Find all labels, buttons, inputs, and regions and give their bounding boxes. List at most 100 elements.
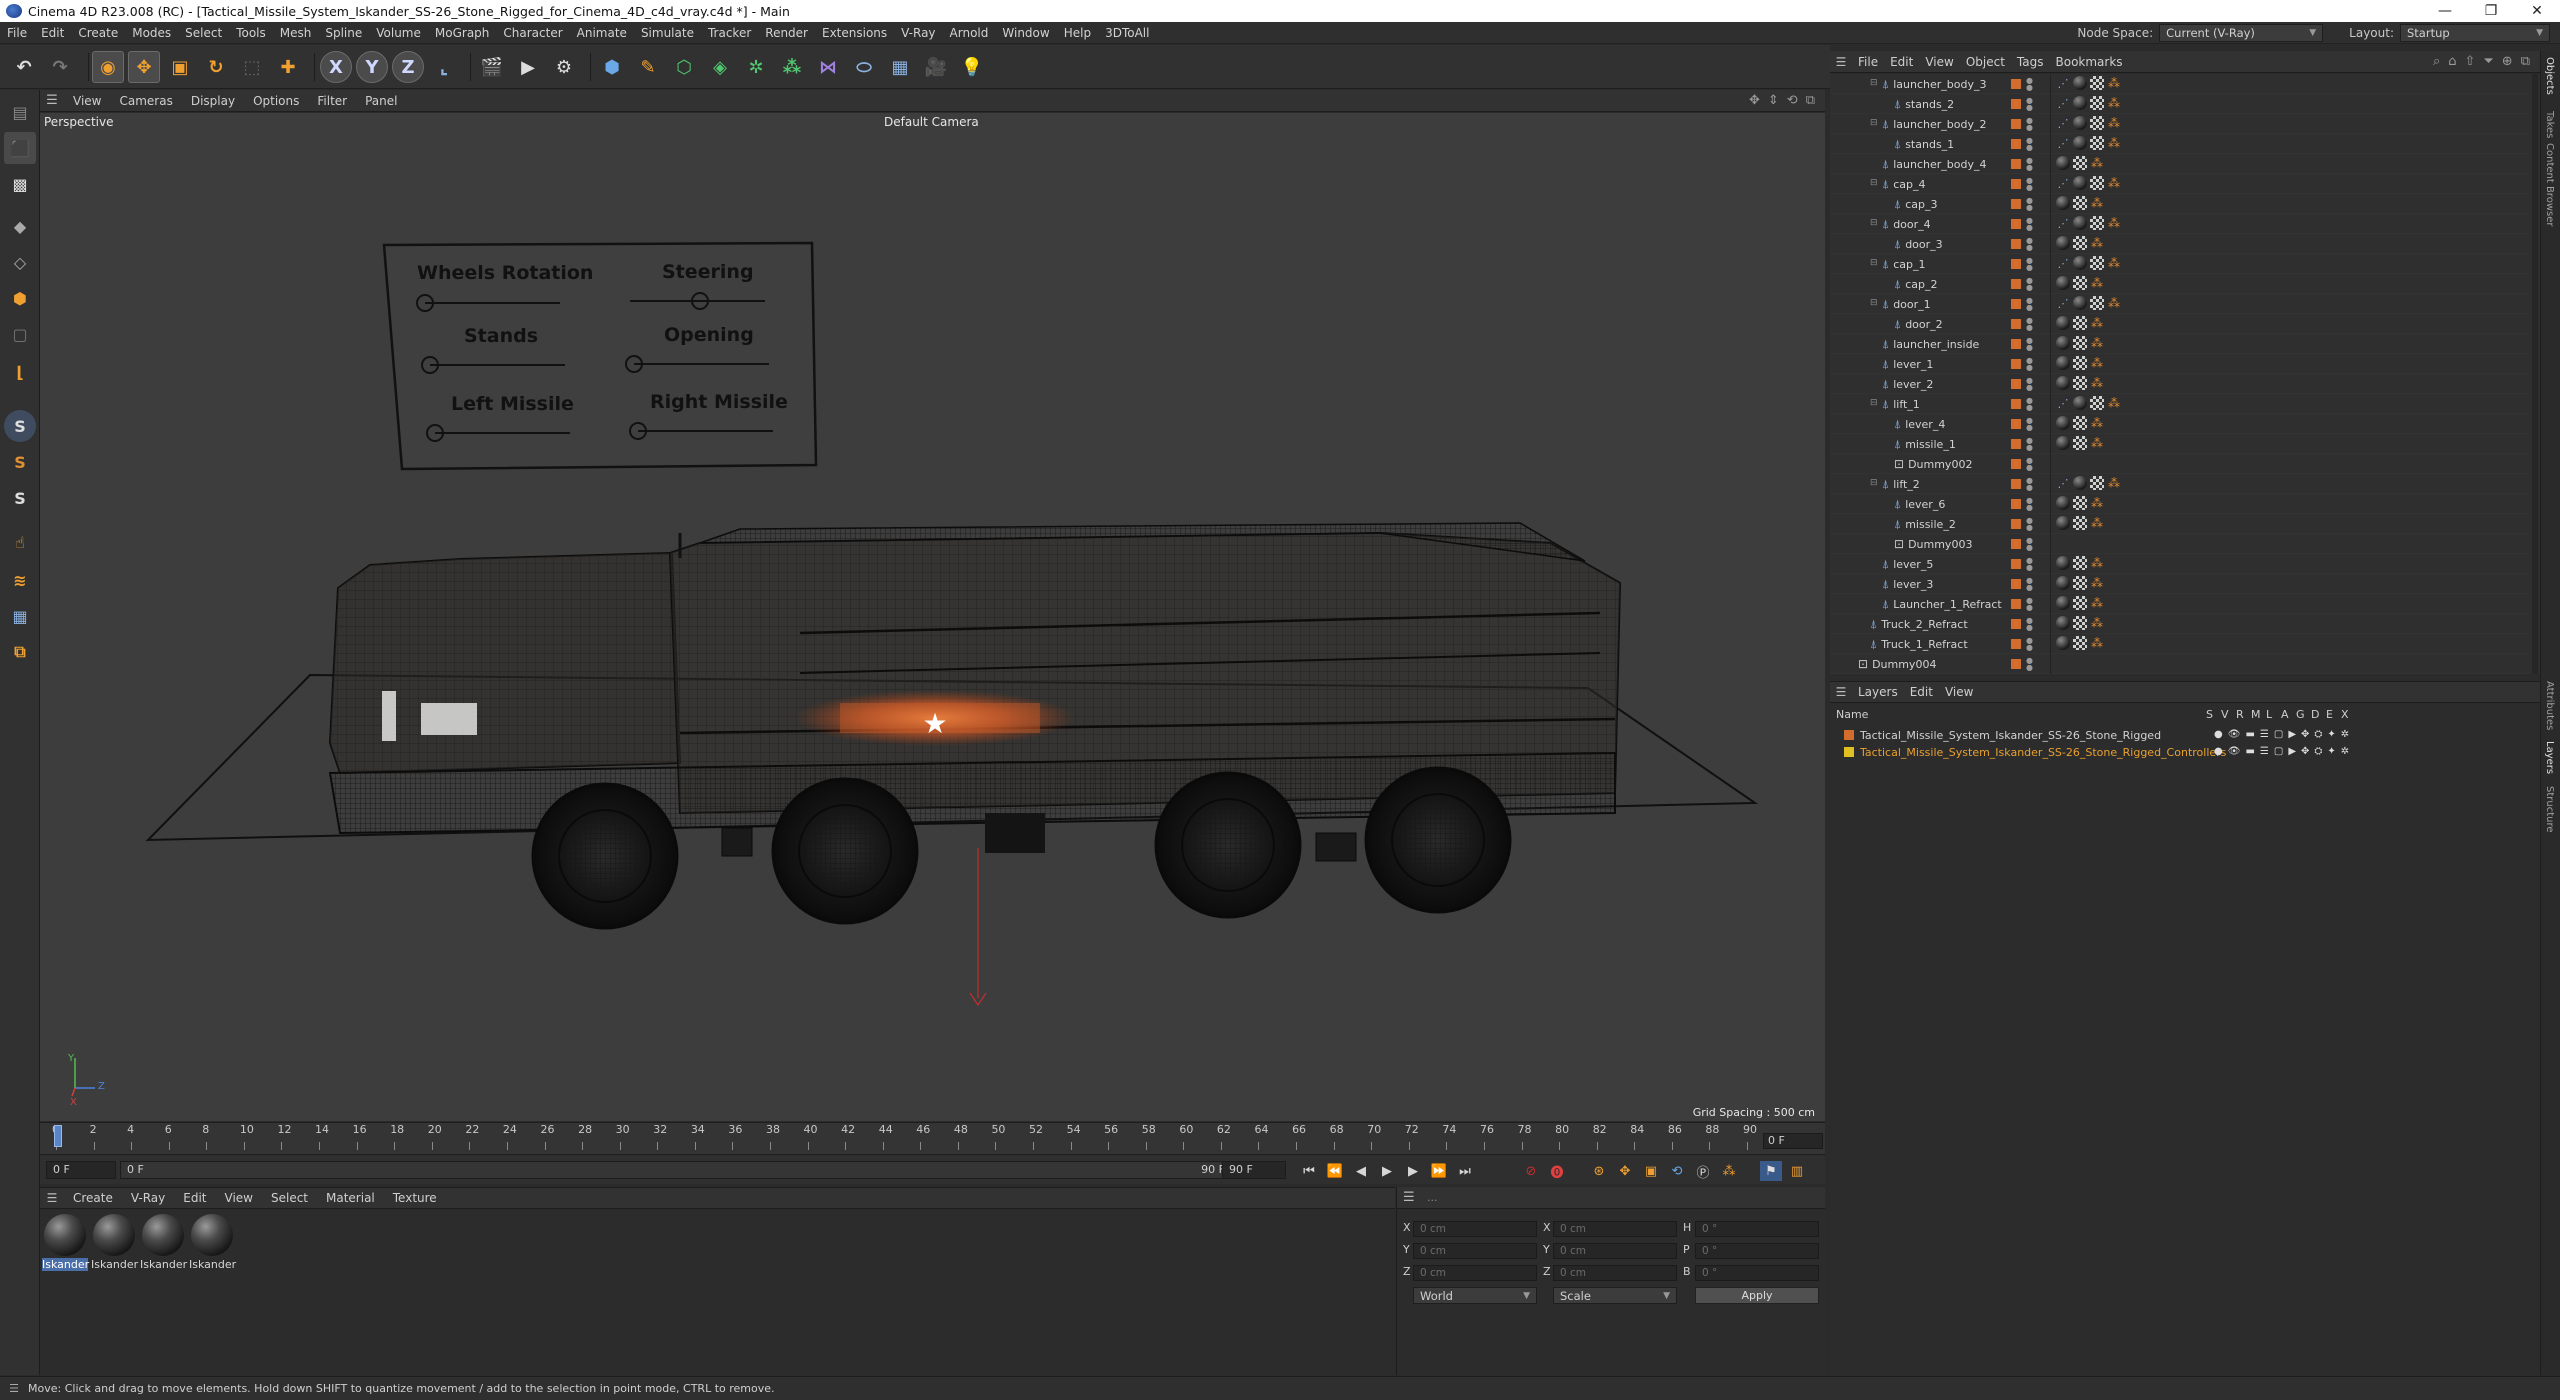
object-menu-file[interactable]: File (1852, 55, 1884, 69)
menu-mesh[interactable]: Mesh (273, 26, 319, 40)
render-view-icon[interactable]: ▶ (512, 51, 544, 83)
filter-icon[interactable]: ⏷ (2483, 54, 2493, 69)
layer-expressions-icon[interactable]: ✦ (2327, 746, 2335, 757)
texture-tag-icon[interactable] (2090, 396, 2104, 410)
layer-color-swatch[interactable] (1844, 747, 1854, 757)
layer-menu-edit[interactable]: Edit (1904, 685, 1939, 699)
layer-name[interactable]: Tactical_Missile_System_Iskander_SS-26_S… (1860, 729, 2161, 742)
texture-tag-icon[interactable] (2073, 356, 2087, 370)
object-row[interactable]: ⍋ launcher_body_4 ● ● ⁂ (1830, 154, 2530, 174)
object-row[interactable]: ⍋ lever_3 ● ● ⁂ (1830, 574, 2530, 594)
material-tag-icon[interactable] (2073, 476, 2087, 490)
layer-column-d[interactable]: D (2311, 708, 2319, 721)
constraint-tag-icon[interactable]: ⁂ (2107, 396, 2121, 410)
constraint-tag-icon[interactable]: ⁂ (2107, 176, 2121, 190)
layer-column-name[interactable]: Name (1836, 708, 1868, 721)
menu-3dtoall[interactable]: 3DToAll (1098, 26, 1156, 40)
viewport-menu-display[interactable]: Display (182, 94, 244, 108)
object-row[interactable]: ⍋ Truck_1_Refract ● ● ⁂ (1830, 634, 2530, 654)
node-space-dropdown[interactable]: Current (V-Ray) ▼ (2159, 23, 2324, 42)
points-mode-icon[interactable]: ◆ (4, 210, 36, 242)
ik-tag-icon[interactable]: ⋰ (2056, 76, 2070, 90)
menu-help[interactable]: Help (1057, 26, 1098, 40)
snap-icon[interactable]: S (4, 410, 36, 442)
menu-modes[interactable]: Modes (125, 26, 178, 40)
layer-color-swatch[interactable] (2011, 359, 2021, 369)
menu-simulate[interactable]: Simulate (634, 26, 701, 40)
texture-tag-icon[interactable] (2090, 76, 2104, 90)
viewport-menu-filter[interactable]: Filter (308, 94, 356, 108)
texture-tag-icon[interactable] (2073, 336, 2087, 350)
up-arrow-icon[interactable]: ⇧ (2464, 54, 2475, 69)
menu-mograph[interactable]: MoGraph (428, 26, 497, 40)
material-tag-icon[interactable] (2056, 156, 2070, 170)
material-tag-icon[interactable] (2056, 636, 2070, 650)
texture-tag-icon[interactable] (2073, 436, 2087, 450)
z-axis-lock-button[interactable]: Z (392, 51, 424, 83)
constraint-tag-icon[interactable]: ⁂ (2090, 316, 2104, 330)
layer-color-swatch[interactable] (2011, 439, 2021, 449)
menu-v-ray[interactable]: V-Ray (894, 26, 942, 40)
constraint-tag-icon[interactable]: ⁂ (2090, 436, 2104, 450)
material-tag-icon[interactable] (2056, 496, 2070, 510)
visibility-dots-icon[interactable]: ● ● (2026, 77, 2033, 92)
texture-tag-icon[interactable] (2090, 136, 2104, 150)
texture-tag-icon[interactable] (2073, 596, 2087, 610)
active-camera-label[interactable]: Default Camera (884, 115, 979, 129)
timeline-playhead[interactable] (54, 1125, 62, 1147)
visibility-dots-icon[interactable]: ● ● (2026, 157, 2033, 172)
object-row[interactable]: ⊟ ⍋ lift_2 ● ● ⋰ ⁂ (1830, 474, 2530, 494)
constraint-tag-icon[interactable]: ⁂ (2107, 216, 2121, 230)
object-list-scrollbar[interactable] (2532, 74, 2538, 674)
material-tag-icon[interactable] (2056, 516, 2070, 530)
visibility-dots-icon[interactable]: ● ● (2026, 317, 2033, 332)
key-scale-icon[interactable]: ▣ (1640, 1161, 1662, 1181)
position-field[interactable]: 0 cm (1413, 1221, 1537, 1237)
constraint-tag-icon[interactable]: ⁂ (2107, 296, 2121, 310)
deformer-icon[interactable]: ⋈ (812, 51, 844, 83)
layer-color-swatch[interactable] (2011, 159, 2021, 169)
material-tag-icon[interactable] (2056, 556, 2070, 570)
menu-render[interactable]: Render (758, 26, 815, 40)
key-position-icon[interactable]: ✥ (1614, 1161, 1636, 1181)
dock-tab-attributes[interactable]: Attributes (2544, 681, 2555, 730)
position-field[interactable]: 0 cm (1413, 1243, 1537, 1259)
constraint-tag-icon[interactable]: ⁂ (2090, 336, 2104, 350)
cube-icon[interactable]: ⬢ (596, 51, 628, 83)
material-tag-icon[interactable] (2073, 136, 2087, 150)
menu-tracker[interactable]: Tracker (701, 26, 758, 40)
layer-color-swatch[interactable] (2011, 139, 2021, 149)
visibility-dots-icon[interactable]: ● ● (2026, 377, 2033, 392)
end-frame-field[interactable]: 90 F (1222, 1161, 1286, 1179)
material-tag-icon[interactable] (2056, 376, 2070, 390)
preview-range-slider[interactable]: 0 F 90 F (120, 1161, 1230, 1179)
texture-tag-icon[interactable] (2073, 496, 2087, 510)
ik-tag-icon[interactable]: ⋰ (2056, 476, 2070, 490)
polygons-mode-icon[interactable]: ⬢ (4, 282, 36, 314)
dock-tab-takes[interactable]: Takes (2544, 111, 2555, 138)
field-icon[interactable]: ⬭ (848, 51, 880, 83)
material-tag-icon[interactable] (2056, 416, 2070, 430)
material-tag-icon[interactable] (2056, 276, 2070, 290)
visibility-dots-icon[interactable]: ● ● (2026, 637, 2033, 652)
material-tag-icon[interactable] (2073, 176, 2087, 190)
object-menu-bookmarks[interactable]: Bookmarks (2050, 55, 2129, 69)
paint-icon[interactable]: ≋ (4, 564, 36, 596)
object-row[interactable]: ⊟ ⍋ launcher_body_3 ● ● ⋰ ⁂ (1830, 74, 2530, 94)
tree-expand-icon[interactable]: ⊟ (1870, 298, 1878, 308)
layer-color-swatch[interactable] (2011, 599, 2021, 609)
scale-tool-icon[interactable]: ▣ (164, 51, 196, 83)
layer-solo-icon[interactable]: ● (2214, 729, 2223, 740)
layer-color-swatch[interactable] (2011, 179, 2021, 189)
layer-color-swatch[interactable] (1844, 730, 1854, 740)
scheme-icon[interactable]: ⚑ (1760, 1161, 1782, 1181)
dock-tab-objects[interactable]: Objects (2544, 57, 2555, 95)
material-tag-icon[interactable] (2073, 296, 2087, 310)
material-menu-material[interactable]: Material (317, 1191, 384, 1205)
material-tag-icon[interactable] (2073, 76, 2087, 90)
constraint-tag-icon[interactable]: ⁂ (2090, 556, 2104, 570)
material-tag-icon[interactable] (2056, 596, 2070, 610)
texture-mode-icon[interactable]: ▩ (4, 168, 36, 200)
constraint-tag-icon[interactable]: ⁂ (2090, 516, 2104, 530)
texture-tag-icon[interactable] (2073, 636, 2087, 650)
